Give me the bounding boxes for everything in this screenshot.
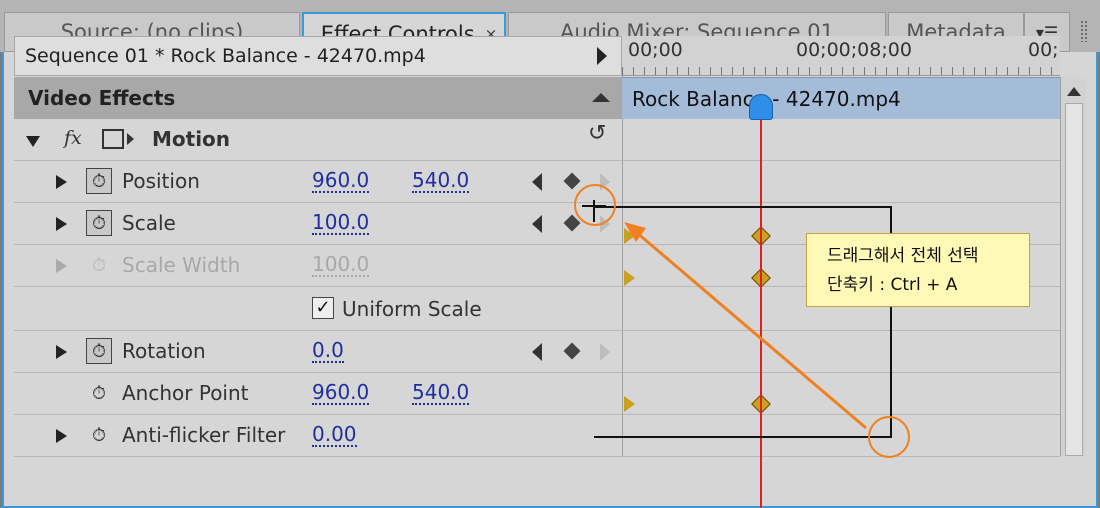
position-x-value[interactable]: 960.0 — [312, 169, 370, 193]
callout-line-1: 드래그해서 전체 선택 — [827, 246, 979, 266]
vertical-scrollbar[interactable] — [1060, 77, 1086, 456]
timeline-clip-bar[interactable]: Rock Balance - 42470.mp4 — [622, 77, 1060, 119]
sequence-clip-label: Sequence 01 * Rock Balance - 42470.mp4 — [25, 45, 426, 67]
add-keyframe-icon[interactable] — [563, 172, 581, 190]
scale-width-value: 100.0 — [312, 252, 370, 277]
position-y-value[interactable]: 540.0 — [412, 169, 470, 193]
property-label: Anti-flicker Filter — [122, 423, 286, 447]
transform-box-icon[interactable] — [102, 129, 124, 149]
transform-arrow-icon — [127, 133, 134, 145]
motion-label: Motion — [152, 127, 231, 151]
property-label: Scale — [122, 211, 176, 235]
scale-value[interactable]: 100.0 — [312, 211, 370, 235]
property-row-position: ⏱ Position 960.0 540.0 — [14, 161, 622, 203]
add-keyframe-icon[interactable] — [563, 342, 581, 360]
anchor-y-value[interactable]: 540.0 — [412, 381, 470, 405]
property-row-rotation: ⏱ Rotation 0.0 — [14, 331, 622, 373]
anchor-x-value[interactable]: 960.0 — [312, 381, 370, 405]
fx-toggle-icon[interactable]: fx — [64, 127, 82, 149]
playhead-handle[interactable] — [749, 94, 773, 120]
ruler-timecode-mid: 00;00;08;00 — [796, 39, 912, 61]
rotation-value[interactable]: 0.0 — [312, 339, 344, 363]
previous-keyframe-icon[interactable] — [532, 173, 542, 191]
uniform-scale-label: Uniform Scale — [342, 297, 482, 321]
stopwatch-icon[interactable]: ⏱ — [86, 210, 112, 236]
reset-icon[interactable]: ↺ — [588, 121, 606, 146]
uniform-scale-checkbox[interactable]: ✓ — [312, 297, 334, 319]
drag-end-circle — [868, 416, 910, 458]
video-effects-header: Video Effects — [14, 77, 622, 119]
stopwatch-icon[interactable]: ⏱ — [86, 338, 112, 364]
property-row-uniform-scale: ✓ Uniform Scale — [14, 287, 622, 331]
property-label: Position — [122, 169, 200, 193]
effect-row-motion[interactable]: fx Motion ↺ — [14, 119, 622, 161]
expand-right-icon — [56, 259, 67, 273]
expand-right-icon[interactable] — [56, 175, 67, 189]
sequence-clip-header[interactable]: Sequence 01 * Rock Balance - 42470.mp4 — [14, 36, 622, 76]
tip-callout: 드래그해서 전체 선택 단축키 : Ctrl + A — [806, 233, 1030, 307]
expand-down-icon[interactable] — [26, 136, 40, 147]
property-row-scale-width: ⏱ Scale Width 100.0 — [14, 245, 622, 287]
previous-keyframe-icon[interactable] — [532, 215, 542, 233]
property-row-anchor-point: ⏱ Anchor Point 960.0 540.0 — [14, 373, 622, 415]
property-label: Scale Width — [122, 253, 241, 277]
expand-right-icon[interactable] — [56, 429, 67, 443]
stopwatch-icon[interactable]: ⏱ — [86, 422, 112, 448]
ruler-timecode-end: 00; — [1028, 39, 1059, 61]
property-label: Rotation — [122, 339, 206, 363]
property-label: Anchor Point — [122, 381, 249, 405]
panel-grip-icon[interactable] — [1080, 20, 1088, 42]
video-effects-title: Video Effects — [28, 86, 176, 110]
stopwatch-icon: ⏱ — [91, 254, 107, 276]
anti-flicker-value[interactable]: 0.00 — [312, 423, 357, 447]
collapse-up-icon[interactable] — [592, 93, 610, 102]
scroll-up-icon[interactable] — [1067, 87, 1081, 96]
time-ruler[interactable]: 00;00 00;00;08;00 00; — [622, 36, 1060, 76]
stopwatch-icon[interactable]: ⏱ — [86, 168, 112, 194]
callout-line-2: 단축키 : Ctrl + A — [827, 275, 958, 295]
previous-keyframe-icon[interactable] — [532, 343, 542, 361]
scroll-thumb[interactable] — [1065, 103, 1083, 456]
property-row-anti-flicker: ⏱ Anti-flicker Filter 0.00 — [14, 415, 622, 457]
ruler-timecode-start: 00;00 — [628, 39, 683, 61]
expand-right-icon[interactable] — [56, 345, 67, 359]
stopwatch-icon[interactable]: ⏱ — [86, 380, 112, 406]
drag-start-circle — [574, 184, 616, 226]
timeline-row-position[interactable] — [622, 161, 1060, 203]
property-row-scale: ⏱ Scale 100.0 — [14, 203, 622, 245]
show-timeline-toggle-icon[interactable] — [597, 47, 607, 65]
expand-right-icon[interactable] — [56, 217, 67, 231]
timeline-row-motion[interactable] — [622, 119, 1060, 161]
ruler-ticks — [622, 67, 1060, 75]
